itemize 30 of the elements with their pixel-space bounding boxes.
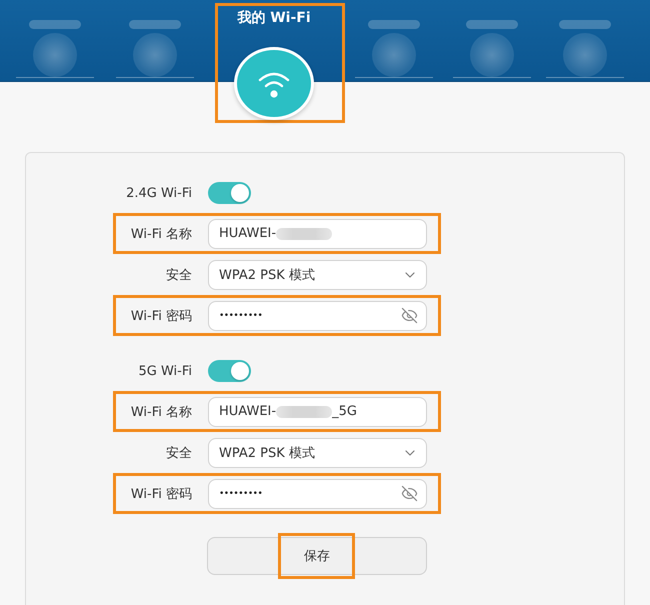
field-label: 安全 bbox=[165, 266, 192, 284]
security-select[interactable]: WPA2 PSK 模式 bbox=[208, 438, 427, 468]
field-label: Wi-Fi 名称 bbox=[130, 404, 192, 420]
blurred-label bbox=[466, 20, 518, 29]
blurred-label bbox=[559, 20, 611, 29]
security-select[interactable]: WPA2 PSK 模式 bbox=[208, 260, 427, 290]
blurred-icon bbox=[563, 33, 607, 77]
blurred-icon bbox=[470, 33, 514, 77]
eye-slash-icon[interactable] bbox=[401, 307, 418, 324]
nav-tab[interactable]: 我的 Wi-Fi bbox=[218, 6, 342, 120]
wifi-toggle[interactable] bbox=[208, 360, 251, 382]
blurred-label bbox=[129, 20, 181, 29]
ssid-field[interactable]: HUAWEI- _5G bbox=[208, 396, 427, 426]
wifi-toggle[interactable] bbox=[208, 182, 251, 204]
blurred-icon bbox=[33, 33, 77, 77]
field-label: Wi-Fi 密码 bbox=[130, 308, 192, 324]
blurred-icon bbox=[372, 33, 416, 77]
save-button[interactable]: 保存 bbox=[207, 537, 427, 575]
field-label: Wi-Fi 名称 bbox=[130, 226, 192, 242]
blurred-label bbox=[29, 20, 81, 29]
blurred-label bbox=[368, 20, 420, 29]
field-label: Wi-Fi 密码 bbox=[130, 486, 192, 502]
ssid-field[interactable]: HUAWEI- bbox=[208, 218, 427, 248]
password-field[interactable]: ••••••••• bbox=[208, 300, 427, 330]
blurred-icon bbox=[133, 33, 177, 77]
password-field[interactable]: ••••••••• bbox=[208, 478, 427, 508]
band-label: 5G Wi-Fi bbox=[138, 364, 192, 378]
field-label: 安全 bbox=[165, 444, 192, 462]
eye-slash-icon[interactable] bbox=[401, 485, 418, 502]
band-label: 2.4G Wi-Fi bbox=[125, 186, 192, 200]
